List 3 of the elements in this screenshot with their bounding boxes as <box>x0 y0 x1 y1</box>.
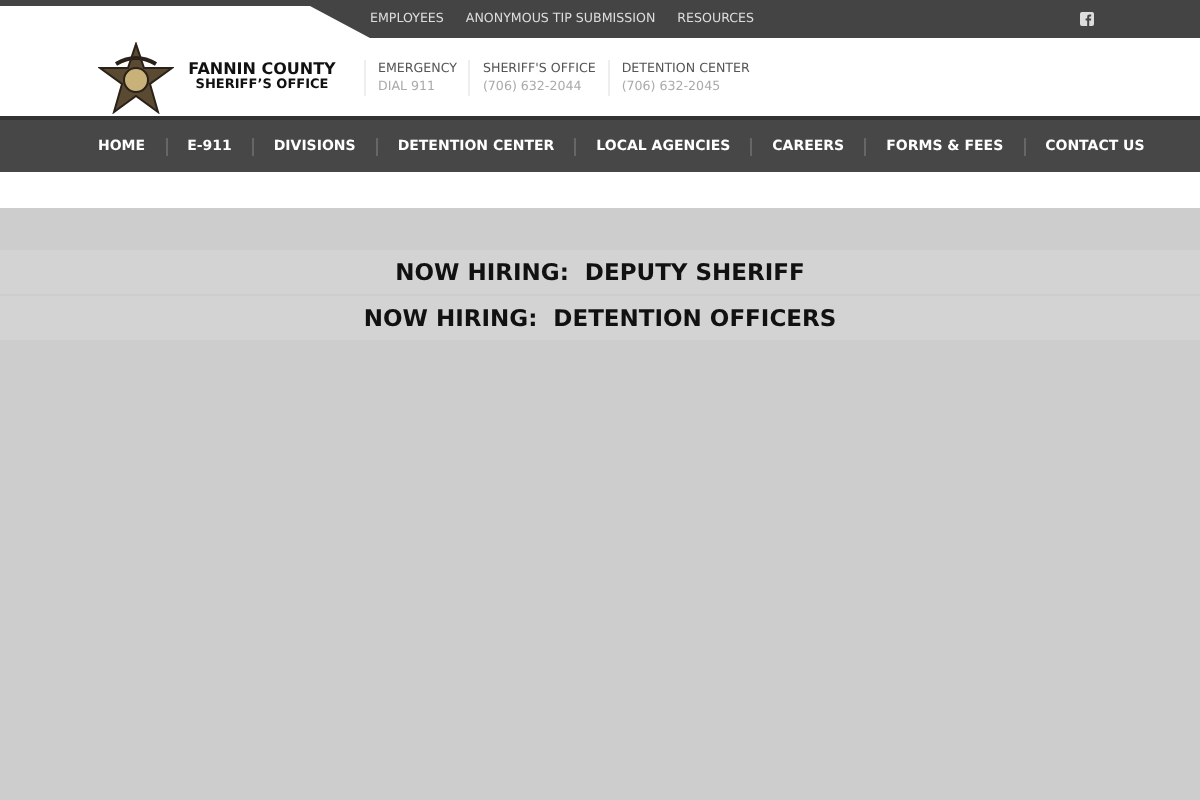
star-badge-icon <box>98 41 174 113</box>
logo-title: FANNIN COUNTY <box>188 61 336 78</box>
facebook-icon[interactable] <box>1080 12 1094 26</box>
